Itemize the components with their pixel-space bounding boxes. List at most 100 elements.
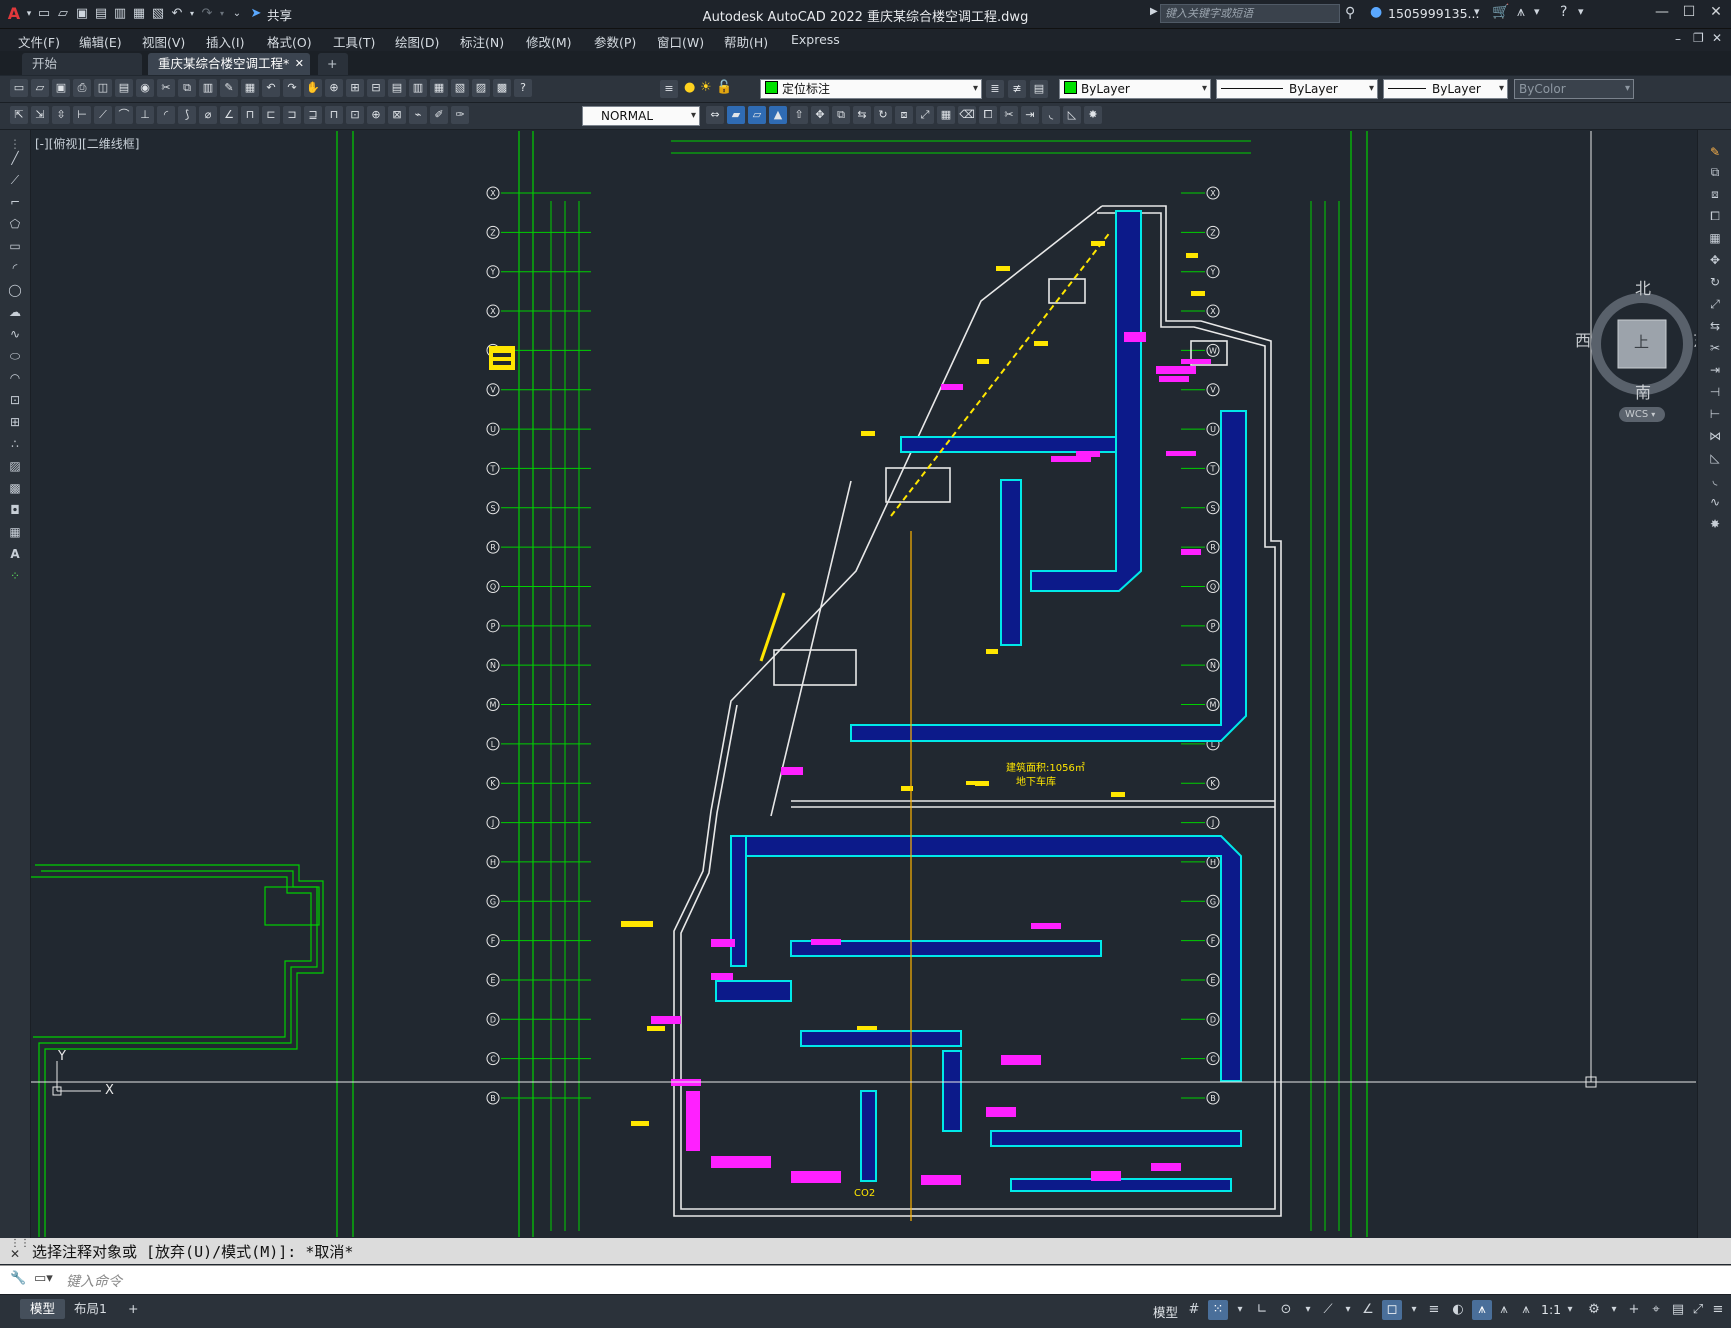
annotation-monitor-icon[interactable]: + bbox=[1624, 1300, 1644, 1320]
inspect-icon[interactable]: ⊠ bbox=[388, 106, 406, 124]
autocad-logo-icon[interactable]: A bbox=[6, 6, 22, 22]
quick-dim-icon[interactable]: ⊓ bbox=[241, 106, 259, 124]
snap-toggle-icon[interactable]: ⁙ bbox=[1208, 1300, 1228, 1320]
tab-layout1[interactable]: 布局1 bbox=[64, 1299, 117, 1319]
linetype-combo[interactable]: ByLayer ▾ bbox=[1216, 79, 1378, 99]
dim-edit-icon[interactable]: ✐ bbox=[430, 106, 448, 124]
bring-text-icon[interactable]: ⇧ bbox=[790, 106, 808, 124]
customize-status-icon[interactable]: ≡ bbox=[1708, 1300, 1728, 1320]
search-expand-icon[interactable]: ▶ bbox=[1150, 6, 1158, 17]
center-mark-icon[interactable]: ⊕ bbox=[367, 106, 385, 124]
stretch-tool-icon[interactable]: ⇆ bbox=[1706, 318, 1724, 334]
dim-style-icon[interactable]: ⇲ bbox=[31, 106, 49, 124]
viewcube-east[interactable]: 东 bbox=[1693, 327, 1696, 351]
calculator-icon[interactable]: ▩ bbox=[493, 79, 511, 97]
move-tb-icon[interactable]: ✥ bbox=[811, 106, 829, 124]
lineweight-toggle-icon[interactable]: ≡ bbox=[1424, 1300, 1444, 1320]
insert-block-icon[interactable]: ⊡ bbox=[6, 392, 24, 408]
viewcube-west[interactable]: 西 bbox=[1575, 327, 1591, 351]
search-input[interactable]: 键入关键字或短语 bbox=[1160, 4, 1340, 23]
doc-restore-icon[interactable]: ❐ bbox=[1693, 31, 1704, 45]
transparency-icon[interactable]: ◐ bbox=[1448, 1300, 1468, 1320]
color-combo[interactable]: ByLayer ▾ bbox=[1059, 79, 1211, 99]
wcs-menu[interactable]: WCS ▾ bbox=[1619, 407, 1665, 422]
rotate-icon[interactable]: ↻ bbox=[1706, 274, 1724, 290]
block-editor-icon[interactable]: ▦ bbox=[241, 79, 259, 97]
tab-close-icon[interactable]: ✕ bbox=[295, 53, 304, 75]
spline-tool-icon[interactable]: ∿ bbox=[6, 326, 24, 342]
dim-text-edit-icon[interactable]: ✑ bbox=[451, 106, 469, 124]
command-input[interactable]: 键入命令 bbox=[66, 1271, 122, 1291]
workspace-gear-icon[interactable]: ⚙ bbox=[1584, 1300, 1604, 1320]
help-icon[interactable]: ? bbox=[1560, 4, 1567, 20]
ellipse-arc-tool-icon[interactable]: ◠ bbox=[6, 370, 24, 386]
layer-combo[interactable]: 定位标注 ▾ bbox=[760, 79, 982, 99]
match-prop-icon[interactable]: ✎ bbox=[220, 79, 238, 97]
dim-space-icon[interactable]: ⊒ bbox=[304, 106, 322, 124]
sheetset-icon[interactable]: ▧ bbox=[451, 79, 469, 97]
isodraft-icon[interactable]: ⟋ bbox=[1318, 1300, 1338, 1320]
dim-style-manager-icon[interactable]: ⇔ bbox=[706, 106, 724, 124]
polyline-tool-icon[interactable]: ⌐ bbox=[6, 194, 24, 210]
menu-insert[interactable]: 插入(I) bbox=[206, 32, 244, 51]
aligned-dim-icon[interactable]: ⟋ bbox=[94, 106, 112, 124]
menu-format[interactable]: 格式(O) bbox=[267, 32, 312, 51]
app-menu-chevron-icon[interactable]: ▾ bbox=[25, 6, 33, 22]
undo-icon[interactable]: ↶ bbox=[169, 6, 185, 22]
user-name[interactable]: 1505999135... bbox=[1388, 6, 1479, 21]
new-icon[interactable]: ▭ bbox=[10, 79, 28, 97]
save-icon[interactable]: ▣ bbox=[74, 6, 90, 22]
move-icon[interactable]: ✥ bbox=[1706, 252, 1724, 268]
stretch-icon[interactable]: ⇆ bbox=[853, 106, 871, 124]
jogged-icon[interactable]: ⟆ bbox=[178, 106, 196, 124]
diameter-dim-icon[interactable]: ⌀ bbox=[199, 106, 217, 124]
share-label[interactable]: 共享 bbox=[267, 5, 292, 24]
dimstyle-combo[interactable]: NORMAL ▾ bbox=[582, 106, 700, 126]
recent-commands-icon[interactable]: ▭▾ bbox=[34, 1271, 53, 1286]
polar-dropdown-icon[interactable]: ▾ bbox=[1298, 1300, 1318, 1320]
dim-break-icon[interactable]: ⊓ bbox=[325, 106, 343, 124]
menu-express[interactable]: Express bbox=[791, 32, 840, 47]
erase-icon[interactable]: ✎ bbox=[1706, 144, 1724, 160]
save-as-icon[interactable]: ▤ bbox=[93, 6, 109, 22]
minimize-button[interactable]: — bbox=[1650, 4, 1674, 24]
point-tool-icon[interactable]: ∴ bbox=[6, 436, 24, 452]
blend-curves-icon[interactable]: ∿ bbox=[1706, 494, 1724, 510]
make-block-icon[interactable]: ⊞ bbox=[6, 414, 24, 430]
cmd-close-icon[interactable]: ✕ bbox=[10, 1247, 20, 1261]
open-file-icon[interactable]: ▱ bbox=[55, 6, 71, 22]
ortho-toggle-icon[interactable]: ∟ bbox=[1252, 1300, 1272, 1320]
a360-dropdown-icon[interactable]: ▾ bbox=[1534, 5, 1540, 18]
workspace-dropdown-icon[interactable]: ▾ bbox=[1604, 1300, 1624, 1320]
object-snap-icon[interactable]: ◻ bbox=[1382, 1300, 1402, 1320]
tab-add-layout[interactable]: + bbox=[118, 1299, 148, 1319]
dim-update-icon[interactable]: ⇱ bbox=[10, 106, 28, 124]
properties-icon[interactable]: ▤ bbox=[388, 79, 406, 97]
ellipse-tool-icon[interactable]: ⬭ bbox=[6, 348, 24, 364]
new-file-icon[interactable]: ▭ bbox=[36, 6, 52, 22]
layer-unlock-icon[interactable]: 🔓 bbox=[716, 80, 732, 95]
above-icon[interactable]: ▲ bbox=[769, 106, 787, 124]
fillet-tb-icon[interactable]: ◟ bbox=[1042, 106, 1060, 124]
tolerance-icon[interactable]: ⊡ bbox=[346, 106, 364, 124]
design-center-icon[interactable]: ▥ bbox=[409, 79, 427, 97]
table-tool-icon[interactable]: ▦ bbox=[6, 524, 24, 540]
polar-toggle-icon[interactable]: ⊙ bbox=[1276, 1300, 1296, 1320]
offset-tb-icon[interactable]: ⧠ bbox=[979, 106, 997, 124]
line-tool-icon[interactable]: ╱ bbox=[6, 150, 24, 166]
make-current-layer-icon[interactable]: ≣ bbox=[986, 80, 1004, 98]
mirror-icon[interactable]: ⧈ bbox=[1706, 186, 1724, 202]
scale-dropdown-icon[interactable]: ▾ bbox=[1560, 1300, 1580, 1320]
mirror-tb-icon[interactable]: ⧈ bbox=[895, 106, 913, 124]
front-icon[interactable]: ▰ bbox=[727, 106, 745, 124]
join-icon[interactable]: ⋈ bbox=[1706, 428, 1724, 444]
linear-dim-icon[interactable]: ⊢ bbox=[73, 106, 91, 124]
radius-dim-icon[interactable]: ◜ bbox=[157, 106, 175, 124]
extend-tb-icon[interactable]: ⇥ bbox=[1021, 106, 1039, 124]
doc-minimize-icon[interactable]: – bbox=[1675, 32, 1681, 46]
trim-icon[interactable]: ✂ bbox=[1706, 340, 1724, 356]
preview-icon[interactable]: ◫ bbox=[94, 79, 112, 97]
tool-palettes-icon[interactable]: ▦ bbox=[430, 79, 448, 97]
doc-close-icon[interactable]: ✕ bbox=[1712, 31, 1722, 45]
annotation-autoscale-icon[interactable]: ⩚ bbox=[1494, 1300, 1514, 1320]
